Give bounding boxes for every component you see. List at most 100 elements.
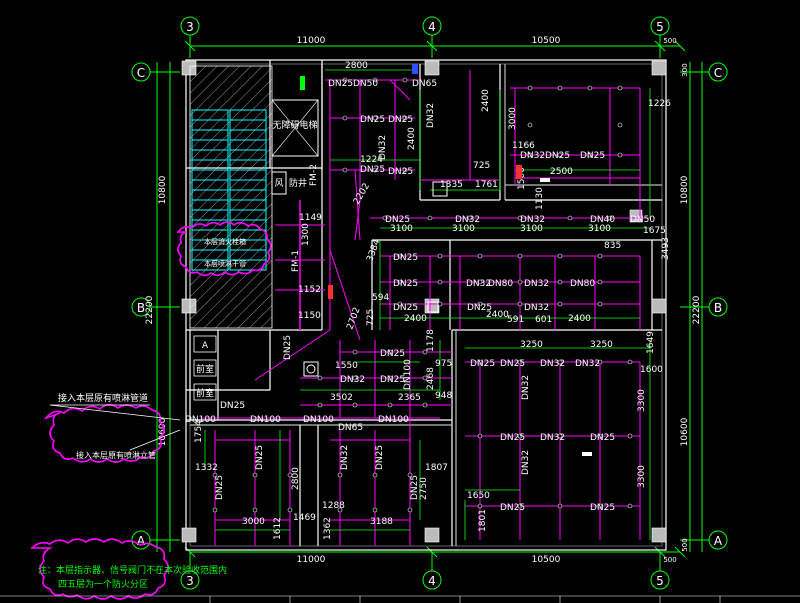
- pipe-label: DN32: [524, 303, 549, 313]
- pipe-label: DN50: [630, 215, 655, 225]
- pipe-label: DN80: [570, 279, 595, 289]
- pipe-label: DN25: [580, 151, 605, 161]
- column-B4: [424, 298, 440, 314]
- dim-value: 1550: [335, 361, 358, 371]
- dim-value: 2400: [481, 89, 491, 112]
- axis-label-top-3: 3: [186, 20, 194, 34]
- dim-value: 2468: [426, 367, 436, 390]
- fan-room-label: 风: [274, 178, 283, 189]
- pipe-label: DN25: [388, 115, 413, 125]
- pipe-label: DN25: [590, 433, 615, 443]
- dim-value: 1224: [360, 155, 383, 165]
- cad-drawing-canvas[interactable]: 3 4 5 3 4 5 C B A C B A 11000 10500 500 …: [0, 0, 800, 603]
- dim-value: 2400: [486, 310, 509, 320]
- column-A4: [424, 527, 440, 543]
- dim-bottom-11000: 11000: [297, 555, 326, 565]
- dim-value: 1649: [646, 331, 656, 354]
- flow-indicator-2: [582, 452, 592, 456]
- dim-value: 3100: [520, 224, 543, 234]
- room-b-label: 前室: [196, 363, 214, 375]
- cloud1-text-line2: 本层喷淋干管: [204, 259, 246, 268]
- dim-value: 3300: [637, 389, 647, 412]
- dim-value: 1226: [648, 99, 671, 109]
- stair-hatch-area: [189, 65, 273, 329]
- pipe-label: DN80: [488, 279, 513, 289]
- dim-value: 1130: [535, 187, 545, 210]
- pipe-label: DN25: [545, 151, 570, 161]
- axis-label-top-4: 4: [428, 20, 436, 34]
- pipe-label: DN25: [393, 279, 418, 289]
- dim-value: 1469: [293, 513, 316, 523]
- dim-value: 1801: [478, 509, 488, 532]
- pipe-label: DN100: [250, 415, 281, 425]
- pipe-label: DN50: [353, 79, 378, 89]
- pipe-label: DN65: [412, 79, 437, 89]
- pipe-label: DN65: [338, 423, 363, 433]
- column-A5: [651, 527, 667, 543]
- pipe-label: DN25: [215, 475, 225, 500]
- dim-value: 594: [372, 293, 389, 303]
- pipe-label: DN32: [575, 359, 600, 369]
- dim-value: 3000: [242, 517, 265, 527]
- dim-value: 1288: [322, 501, 345, 511]
- dim-value: 1178: [426, 329, 436, 352]
- axis-label-right-B: B: [714, 301, 722, 315]
- pipe-label: DN25: [500, 503, 525, 513]
- dim-value: 1754: [194, 420, 204, 443]
- dim-value: 2800: [345, 61, 368, 71]
- dim-value: 1612: [273, 517, 283, 540]
- dim-value: 2400: [407, 127, 417, 150]
- dim-value: 975: [435, 359, 452, 369]
- pipe-label: DN32: [524, 279, 549, 289]
- dim-value: 1761: [475, 180, 498, 190]
- pipe-label: DN25: [360, 165, 385, 175]
- dim-value: 1150: [298, 311, 321, 321]
- pipe-label: DN32: [520, 151, 545, 161]
- dim-right-500: 500: [681, 538, 689, 551]
- axis-label-bottom-4: 4: [428, 574, 436, 588]
- dim-value: 1807: [425, 463, 448, 473]
- axis-label-left-B: B: [137, 301, 145, 315]
- pipe-label: DN25: [283, 335, 293, 360]
- dim-value: 948: [435, 391, 452, 401]
- dim-value: 3502: [330, 393, 353, 403]
- dim-value: 1149: [299, 213, 322, 223]
- dim-left-22200: 22200: [145, 295, 155, 324]
- dim-value: 2500: [550, 167, 573, 177]
- pipe-label: DN25: [470, 359, 495, 369]
- axis-label-top-5: 5: [656, 20, 664, 34]
- dim-value: 1650: [467, 491, 490, 501]
- bottom-note-line1: 注：本层指示器、信号阀门不在本次验收范围内: [38, 564, 227, 576]
- pipe-label: DN100: [378, 415, 409, 425]
- dim-value: 601: [535, 315, 552, 325]
- column-A3: [181, 527, 197, 543]
- axis-label-bottom-5: 5: [656, 574, 664, 588]
- room-c-label: 前室: [196, 387, 214, 399]
- pipe-label: DN25: [380, 349, 405, 359]
- pipe-label: DN32: [340, 375, 365, 385]
- pipe-label: DN25: [380, 375, 405, 385]
- dim-value: 591: [507, 315, 524, 325]
- dim-value: 835: [604, 241, 621, 251]
- pipe-label: DN25: [393, 303, 418, 313]
- dim-value: 1152: [298, 285, 321, 295]
- dim-value: 3188: [370, 517, 393, 527]
- left-note-text: 接入本层原有喷淋管道: [58, 392, 148, 404]
- dim-value: 3100: [390, 224, 413, 234]
- valve-green-mark: [300, 76, 305, 90]
- dim-value: 3493: [661, 237, 671, 260]
- dim-value: 1600: [640, 365, 663, 375]
- column-B5: [651, 298, 667, 314]
- axis-label-bottom-3: 3: [186, 574, 194, 588]
- dim-value: 3250: [590, 340, 613, 350]
- alarm-red-mark: [516, 165, 522, 179]
- dim-left-10800: 10800: [158, 175, 168, 204]
- riser-blue-mark: [412, 64, 418, 74]
- dim-value: 3300: [637, 465, 647, 488]
- alarm-red-mark-2: [328, 285, 333, 299]
- dim-top-11000: 11000: [297, 36, 326, 46]
- flow-indicator: [540, 178, 550, 182]
- pipe-label: DN32: [426, 103, 436, 128]
- room-a-label: A: [202, 341, 209, 351]
- pipe-label: DN100: [303, 415, 334, 425]
